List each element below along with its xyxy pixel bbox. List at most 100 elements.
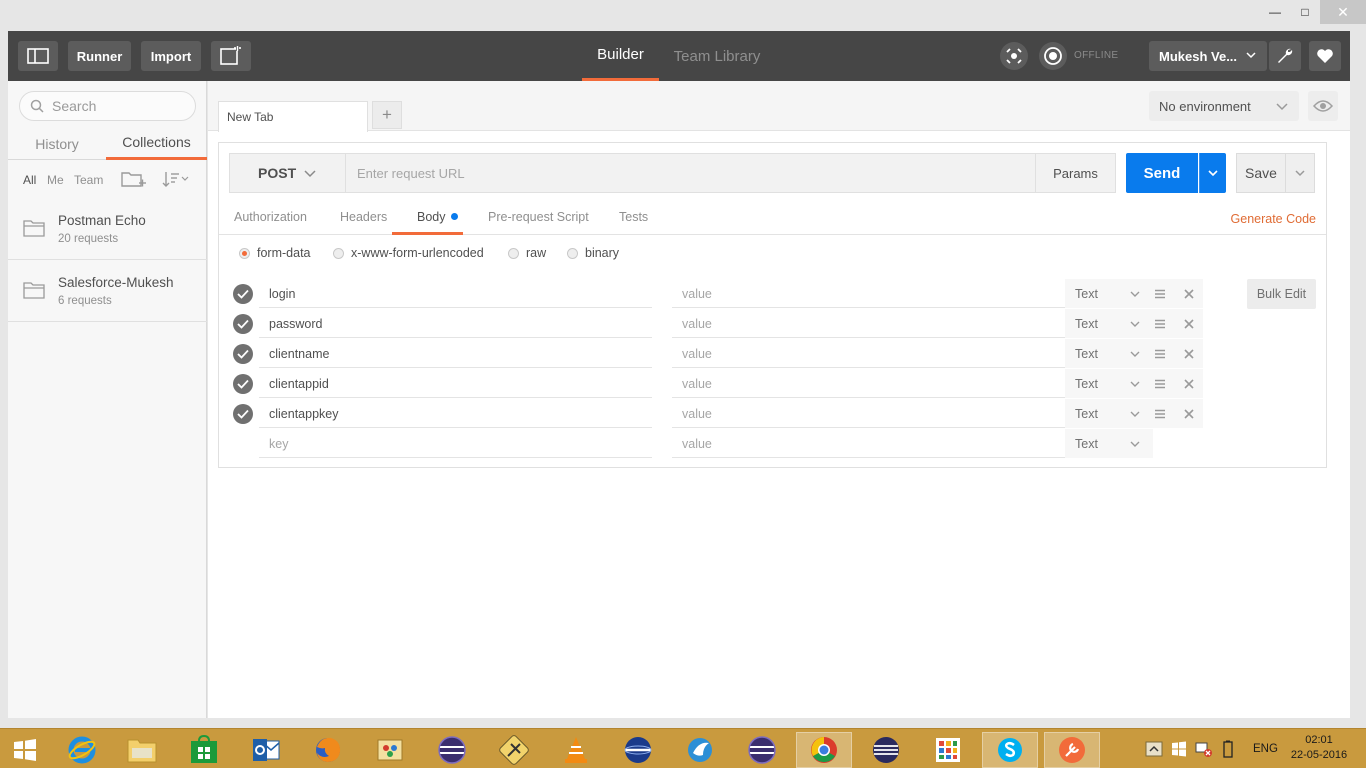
- new-window-button[interactable]: [211, 41, 251, 71]
- drag-handle[interactable]: [1145, 399, 1175, 428]
- generate-code-link[interactable]: Generate Code: [1231, 212, 1316, 226]
- row-enabled-checkbox[interactable]: [233, 314, 253, 334]
- send-button[interactable]: Send: [1126, 153, 1198, 193]
- delete-row-button[interactable]: [1175, 399, 1203, 428]
- tab-headers[interactable]: Headers: [340, 210, 387, 224]
- show-hidden-icons-icon[interactable]: [1145, 740, 1163, 758]
- key-input[interactable]: clientname: [259, 339, 652, 368]
- tab-authorization[interactable]: Authorization: [234, 210, 307, 224]
- value-input[interactable]: value: [672, 369, 1065, 398]
- toggle-sidebar-button[interactable]: [18, 41, 58, 71]
- save-button[interactable]: Save: [1236, 153, 1286, 193]
- taskbar-skype[interactable]: [982, 732, 1038, 768]
- send-options-button[interactable]: [1199, 153, 1226, 193]
- radio-binary[interactable]: binary: [567, 246, 619, 260]
- method-select[interactable]: POST: [230, 154, 346, 192]
- sort-icon[interactable]: [162, 170, 190, 188]
- type-select[interactable]: Text: [1065, 399, 1153, 428]
- settings-button[interactable]: [1269, 41, 1301, 71]
- type-select[interactable]: Text: [1065, 429, 1153, 458]
- collection-item[interactable]: Salesforce-Mukesh 6 requests: [8, 261, 207, 322]
- taskbar-vlc[interactable]: [548, 732, 604, 768]
- filter-all[interactable]: All: [23, 173, 36, 187]
- delete-row-button[interactable]: [1175, 339, 1203, 368]
- search-input[interactable]: Search: [19, 91, 196, 121]
- radio-raw[interactable]: raw: [508, 246, 546, 260]
- type-select[interactable]: Text: [1065, 309, 1153, 338]
- key-input[interactable]: clientappkey: [259, 399, 652, 428]
- maximize-button[interactable]: □: [1290, 0, 1320, 24]
- type-select[interactable]: Text: [1065, 339, 1153, 368]
- environment-select[interactable]: No environment: [1149, 91, 1299, 121]
- taskbar-chrome[interactable]: [796, 732, 852, 768]
- taskbar-app[interactable]: [672, 732, 728, 768]
- request-tab[interactable]: New Tab: [218, 101, 368, 132]
- tab-pre-request-script[interactable]: Pre-request Script: [488, 210, 589, 224]
- runner-button[interactable]: Runner: [68, 41, 131, 71]
- value-input[interactable]: value: [672, 279, 1065, 308]
- drag-handle[interactable]: [1145, 309, 1175, 338]
- new-key-input[interactable]: key: [259, 429, 652, 458]
- taskbar-file-explorer[interactable]: [114, 732, 170, 768]
- heart-button[interactable]: [1309, 41, 1341, 71]
- url-input[interactable]: [347, 154, 1035, 192]
- taskbar-tool[interactable]: [486, 732, 542, 768]
- taskbar-netbeans[interactable]: [610, 732, 666, 768]
- tab-team-library[interactable]: Team Library: [668, 31, 766, 81]
- windows-flag-icon[interactable]: [1171, 741, 1187, 757]
- tab-history[interactable]: History: [8, 127, 106, 160]
- taskbar-firefox[interactable]: [300, 732, 356, 768]
- taskbar-store[interactable]: [176, 732, 232, 768]
- close-button[interactable]: ✕: [1320, 0, 1366, 24]
- taskbar-postman[interactable]: [1044, 732, 1100, 768]
- drag-handle[interactable]: [1145, 369, 1175, 398]
- delete-row-button[interactable]: [1175, 309, 1203, 338]
- row-enabled-checkbox[interactable]: [233, 374, 253, 394]
- drag-handle[interactable]: [1145, 339, 1175, 368]
- taskbar-outlook[interactable]: [238, 732, 294, 768]
- clock[interactable]: 02:01 22-05-2016: [1284, 733, 1354, 763]
- add-tab-button[interactable]: +: [372, 101, 402, 129]
- new-value-input[interactable]: value: [672, 429, 1065, 458]
- interceptor-button[interactable]: [1000, 42, 1028, 70]
- value-input[interactable]: value: [672, 399, 1065, 428]
- minimize-button[interactable]: —: [1260, 0, 1290, 24]
- tab-collections[interactable]: Collections: [106, 127, 207, 160]
- radio-x-www-form-urlencoded[interactable]: x-www-form-urlencoded: [333, 246, 484, 260]
- radio-form-data[interactable]: form-data: [239, 246, 311, 260]
- taskbar-eclipse[interactable]: [424, 732, 480, 768]
- taskbar-paint[interactable]: [362, 732, 418, 768]
- new-collection-icon[interactable]: [121, 169, 147, 189]
- type-select[interactable]: Text: [1065, 369, 1153, 398]
- filter-me[interactable]: Me: [47, 173, 64, 187]
- delete-row-button[interactable]: [1175, 369, 1203, 398]
- type-select[interactable]: Text: [1065, 279, 1153, 308]
- key-input[interactable]: password: [259, 309, 652, 338]
- network-error-icon[interactable]: [1195, 740, 1213, 758]
- environment-quick-look-button[interactable]: [1308, 91, 1338, 121]
- taskbar-eclipse-2[interactable]: [734, 732, 790, 768]
- row-enabled-checkbox[interactable]: [233, 344, 253, 364]
- row-enabled-checkbox[interactable]: [233, 284, 253, 304]
- params-button[interactable]: Params: [1035, 154, 1115, 192]
- filter-team[interactable]: Team: [74, 173, 103, 187]
- key-input[interactable]: login: [259, 279, 652, 308]
- save-options-button[interactable]: [1285, 153, 1315, 193]
- tab-body[interactable]: Body: [417, 210, 458, 224]
- value-input[interactable]: value: [672, 309, 1065, 338]
- tab-tests[interactable]: Tests: [619, 210, 648, 224]
- value-input[interactable]: value: [672, 339, 1065, 368]
- tab-builder[interactable]: Builder: [582, 31, 659, 81]
- key-input[interactable]: clientappid: [259, 369, 652, 398]
- sync-status-button[interactable]: [1039, 42, 1067, 70]
- drag-handle[interactable]: [1145, 279, 1175, 308]
- import-button[interactable]: Import: [141, 41, 201, 71]
- delete-row-button[interactable]: [1175, 279, 1203, 308]
- battery-icon[interactable]: [1223, 740, 1233, 758]
- row-enabled-checkbox[interactable]: [233, 404, 253, 424]
- taskbar-apps-grid[interactable]: [920, 732, 976, 768]
- taskbar-eclipse-3[interactable]: [858, 732, 914, 768]
- language-indicator[interactable]: ENG: [1253, 743, 1278, 755]
- taskbar-internet-explorer[interactable]: [54, 732, 110, 768]
- start-button[interactable]: [2, 732, 48, 768]
